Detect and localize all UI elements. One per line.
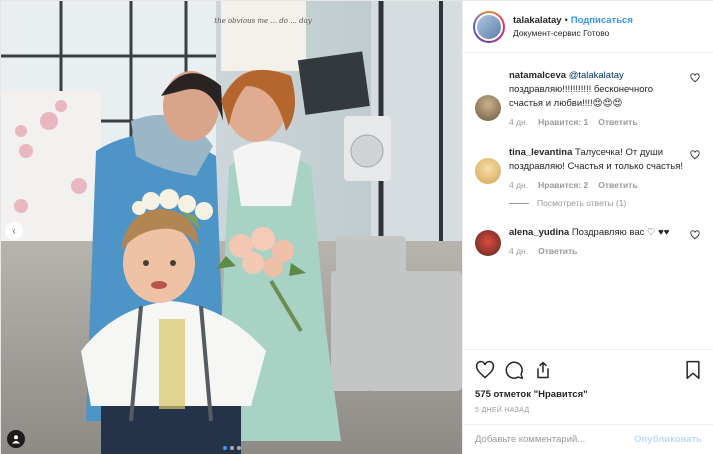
comment-text: поздравляю!!!!!!!!!!! бесконечного счаст…: [509, 84, 654, 109]
reply-button[interactable]: Ответить: [598, 180, 637, 190]
post-header: talakalatay • Подписаться Документ-сервис …: [463, 1, 713, 53]
like-comment-heart-icon[interactable]: [690, 230, 700, 240]
carousel-dot: [229, 446, 234, 450]
post-location[interactable]: Документ-сервис Готово: [513, 27, 633, 40]
likes-count[interactable]: 575 отметок: [475, 389, 531, 400]
view-replies-label: Посмотреть ответы (1): [537, 198, 627, 208]
publish-button[interactable]: Опубликовать: [634, 434, 702, 445]
likes-label: "Нравится": [533, 389, 588, 400]
comments-list: natamalceva @talakalatay поздравляю!!!!!…: [463, 54, 713, 349]
instagram-post-modal: the obvious me ... do ... day ‹ talakala…: [0, 0, 713, 454]
tag-user-icon[interactable]: [7, 430, 25, 448]
comment-input[interactable]: [475, 434, 635, 445]
bookmark-icon[interactable]: [684, 360, 702, 380]
reply-button[interactable]: Ответить: [538, 246, 577, 256]
carousel-dots: [222, 446, 241, 450]
comment-meta: 4 дн. Нравится: 2 Ответить: [509, 180, 686, 190]
comment-text: Поздравляю вас ♡ ♥♥: [571, 227, 670, 238]
author-username[interactable]: talakalatay: [513, 15, 562, 26]
follow-button[interactable]: Подписаться: [571, 15, 633, 26]
comment-mention[interactable]: @talakalatay: [569, 70, 624, 81]
commenter-avatar[interactable]: [475, 158, 501, 184]
comment-likes[interactable]: Нравится: 1: [538, 117, 588, 127]
author-avatar[interactable]: [473, 10, 505, 43]
chevron-left-icon[interactable]: ‹: [5, 222, 23, 240]
photo-illustration: the obvious me ... do ... day: [1, 1, 462, 454]
reply-button[interactable]: Ответить: [598, 117, 637, 127]
action-icons: [475, 356, 702, 384]
likes-summary[interactable]: 575 отметок "Нравится": [475, 389, 702, 400]
post-time[interactable]: 5 ДНЕЙ НАЗАД: [475, 407, 702, 414]
comment-username[interactable]: tina_levantina: [509, 147, 572, 158]
share-icon[interactable]: [533, 360, 553, 380]
add-comment-bar: Опубликовать: [463, 424, 713, 454]
comment-username[interactable]: alena_yudina: [509, 227, 569, 238]
view-replies-button[interactable]: Посмотреть ответы (1): [509, 198, 713, 208]
comment-item: natamalceva @talakalatay поздравляю!!!!!…: [463, 69, 713, 127]
post-photo: the obvious me ... do ... day ‹: [1, 1, 462, 454]
comment-username[interactable]: natamalceva: [509, 70, 566, 81]
post-sidebar: talakalatay • Подписаться Документ-сервис …: [462, 1, 713, 454]
comment-meta: 4 дн. Нравится: 1 Ответить: [509, 117, 686, 127]
post-actions: 575 отметок "Нравится" 5 ДНЕЙ НАЗАД: [463, 349, 713, 414]
like-comment-heart-icon[interactable]: [690, 73, 700, 83]
comment-meta: 4 дн. Ответить: [509, 246, 686, 256]
comment-item: tina_levantina Талусечка! От души поздра…: [463, 146, 713, 190]
banner-text: the obvious me ... do ... day: [214, 17, 312, 25]
comment-time[interactable]: 4 дн.: [509, 180, 528, 190]
header-separator: •: [564, 14, 568, 25]
comment-item: alena_yudina Поздравляю вас ♡ ♥♥ 4 дн. О…: [463, 226, 713, 256]
carousel-dot: [236, 446, 241, 450]
carousel-dot: [222, 446, 227, 450]
comment-time[interactable]: 4 дн.: [509, 117, 528, 127]
comment-time[interactable]: 4 дн.: [509, 246, 528, 256]
like-comment-heart-icon[interactable]: [690, 150, 700, 160]
heart-icon[interactable]: [475, 360, 495, 380]
commenter-avatar[interactable]: [475, 230, 501, 256]
comment-likes[interactable]: Нравится: 2: [538, 180, 588, 190]
commenter-avatar[interactable]: [475, 95, 501, 121]
comment-icon[interactable]: [504, 360, 524, 380]
